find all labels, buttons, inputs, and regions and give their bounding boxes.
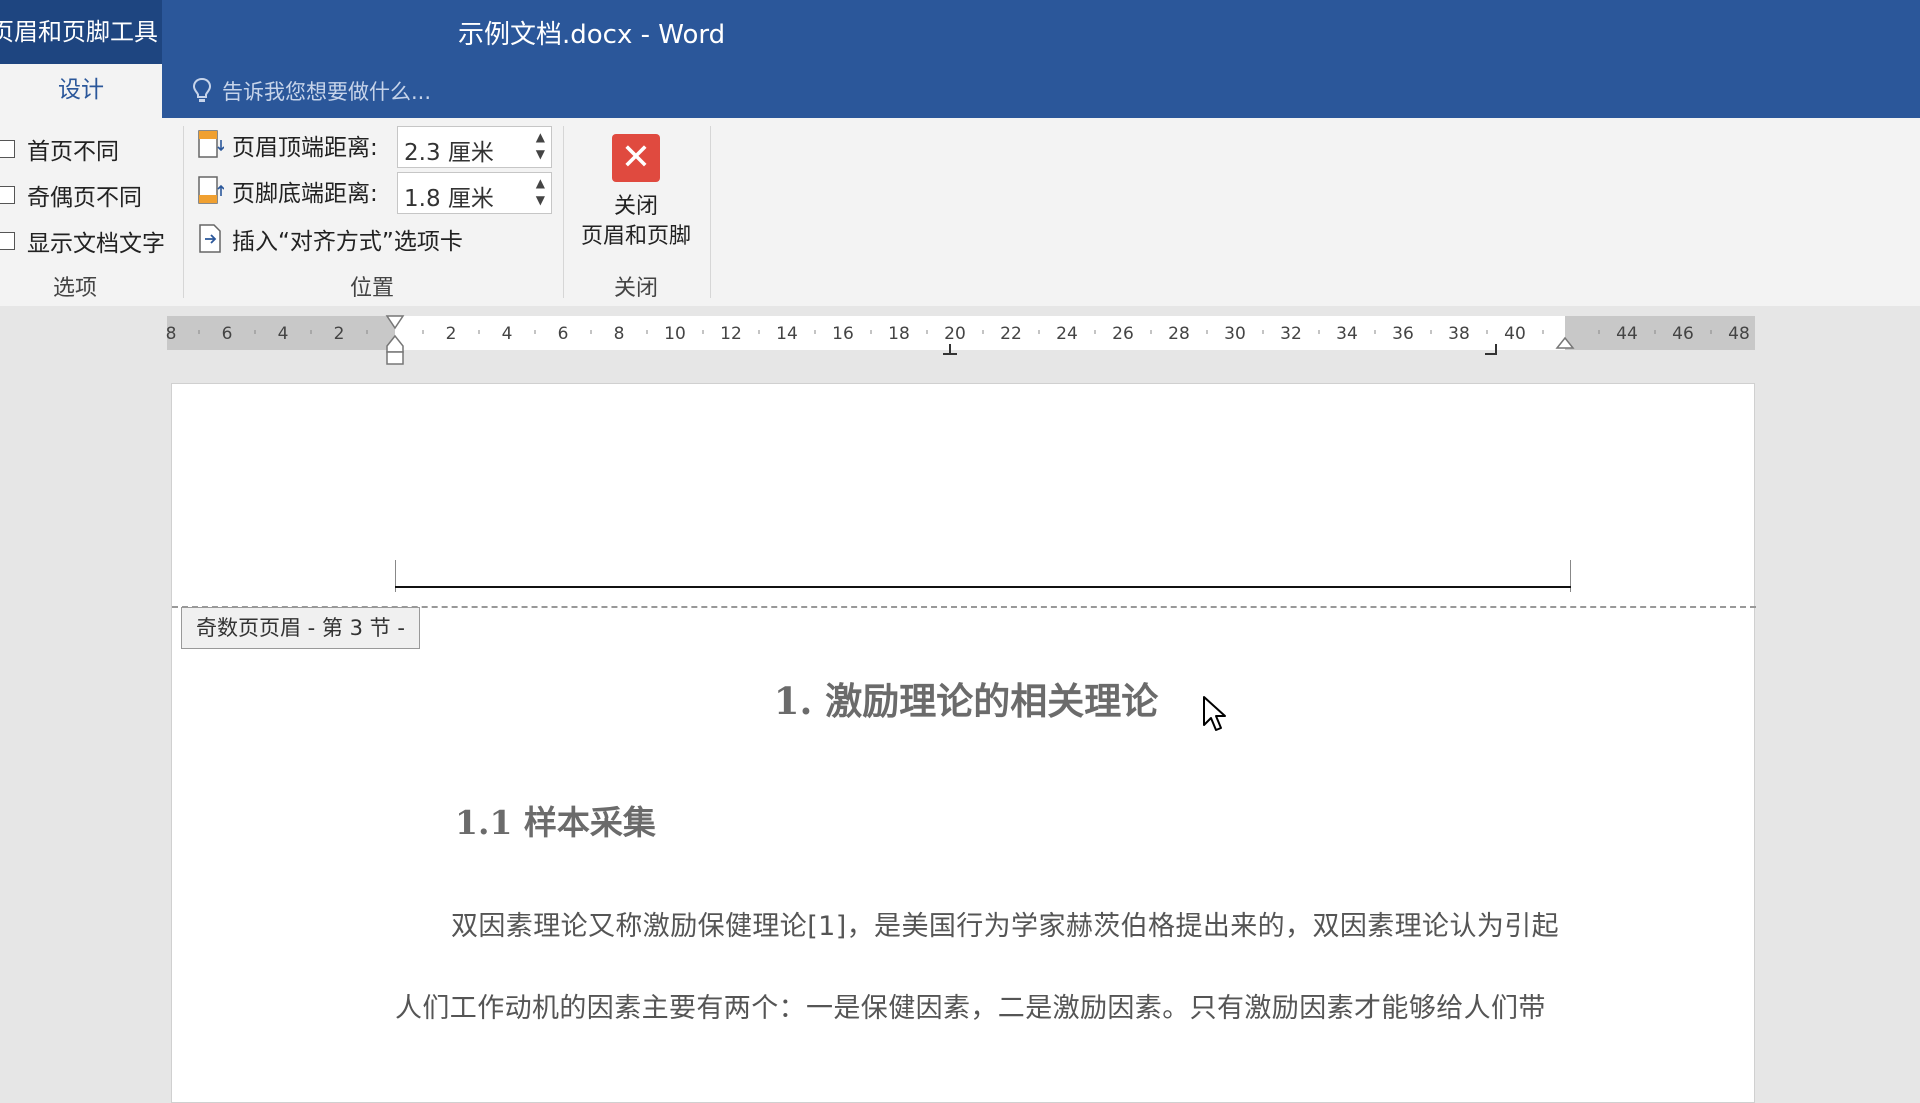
header-distance-label: 页眉顶端距离: bbox=[232, 135, 378, 161]
different-first-page-checkbox[interactable]: 首页不同 bbox=[0, 132, 119, 166]
paragraph-line[interactable]: 人们工作动机的因素主要有两个：一是保健因素，二是激励因素。只有激励因素才能够给人… bbox=[395, 986, 1571, 1025]
ruler-label: 30 bbox=[1224, 324, 1246, 344]
checkbox-icon[interactable] bbox=[0, 232, 15, 250]
ruler-label: 2 bbox=[334, 324, 345, 344]
first-line-indent-marker bbox=[385, 315, 405, 330]
context-tab-label: 页眉和页脚工具 bbox=[0, 0, 162, 64]
tell-me-placeholder: 告诉我您想要做什么... bbox=[222, 80, 432, 104]
close-x-icon: ✕ bbox=[612, 134, 660, 182]
ruler-label: 8 bbox=[614, 324, 625, 344]
close-header-footer-button[interactable]: ✕ 关闭 页眉和页脚 bbox=[568, 134, 704, 272]
ruler-label: 32 bbox=[1280, 324, 1302, 344]
right-tab-marker bbox=[1485, 344, 1497, 355]
ruler-area: 8 6 4 2 2 4 6 8 10 12 14 16 18 20 22 24 26 28 30 32 34 36 38 40… bbox=[0, 306, 1920, 372]
ruler-label: 26 bbox=[1112, 324, 1134, 344]
ruler-label: 48 bbox=[1728, 324, 1750, 344]
group-label-options: 选项 bbox=[52, 276, 97, 301]
header-section-tag: 奇数页页眉 - 第 3 节 - bbox=[181, 607, 420, 649]
heading-1[interactable]: 1. 激励理论的相关理论 bbox=[172, 671, 1756, 725]
checkbox-icon[interactable] bbox=[0, 140, 15, 158]
ruler-label: 4 bbox=[278, 324, 289, 344]
ruler-label: 40 bbox=[1504, 324, 1526, 344]
footer-bottom-icon bbox=[198, 176, 225, 206]
insert-alignment-tab-button[interactable]: 插入“对齐方式”选项卡 bbox=[198, 222, 463, 256]
option-label: 首页不同 bbox=[27, 139, 119, 165]
option-label: 奇偶页不同 bbox=[27, 185, 142, 211]
ruler-label: 28 bbox=[1168, 324, 1190, 344]
hanging-indent-marker bbox=[386, 334, 404, 353]
footer-distance-label-row: 页脚底端距离: bbox=[198, 174, 378, 208]
ruler-label: 8 bbox=[166, 324, 177, 344]
option-label: 显示文档文字 bbox=[27, 231, 165, 257]
different-odd-even-checkbox[interactable]: 奇偶页不同 bbox=[0, 178, 142, 212]
group-label-position: 位置 bbox=[349, 276, 394, 301]
ruler-label: 24 bbox=[1056, 324, 1078, 344]
document-title: 示例文档.docx - Word bbox=[458, 20, 726, 50]
ruler-label: 36 bbox=[1392, 324, 1414, 344]
footer-distance-spinner[interactable]: 1.8 厘米 ▲ ▼ bbox=[397, 172, 552, 214]
spinner-arrows-icon[interactable]: ▲ ▼ bbox=[536, 129, 545, 163]
ruler-label: 6 bbox=[222, 324, 233, 344]
header-border-line bbox=[395, 586, 1571, 588]
spinner-arrows-icon[interactable]: ▲ ▼ bbox=[536, 175, 545, 209]
right-indent-marker bbox=[1555, 336, 1575, 349]
header-top-icon bbox=[198, 130, 225, 160]
ruler-label: 16 bbox=[832, 324, 854, 344]
ruler-label: 20 bbox=[944, 324, 966, 344]
heading-1-text[interactable]: 1. 激励理论的相关理论 bbox=[774, 679, 1159, 723]
insert-alignment-tab-icon bbox=[198, 224, 224, 254]
ruler-label: 38 bbox=[1448, 324, 1470, 344]
close-button-label-line2: 页眉和页脚 bbox=[580, 224, 691, 249]
tab-design[interactable]: 设计 bbox=[0, 64, 162, 118]
ruler-label: 4 bbox=[502, 324, 513, 344]
ruler-label: 22 bbox=[1000, 324, 1022, 344]
show-document-text-checkbox[interactable]: 显示文档文字 bbox=[0, 224, 165, 258]
checkbox-icon[interactable] bbox=[0, 186, 15, 204]
ruler-label: 2 bbox=[446, 324, 457, 344]
ruler-label: 14 bbox=[776, 324, 798, 344]
document-page[interactable]: 奇数页页眉 - 第 3 节 - 1. 激励理论的相关理论 1.1 样本采集 双因… bbox=[171, 383, 1756, 1103]
ruler-label: 6 bbox=[558, 324, 569, 344]
header-distance-label-row: 页眉顶端距离: bbox=[198, 128, 378, 162]
title-bar: 页眉和页脚工具 示例文档.docx - Word 设计 告诉我您想要做什么... bbox=[0, 0, 1920, 118]
ruler-label: 34 bbox=[1336, 324, 1358, 344]
ruler-marks: 8 6 4 2 2 4 6 8 10 12 14 16 18 20 22 24 26 28 30 32 34 36 38 40… bbox=[166, 315, 1750, 365]
lightbulb-icon bbox=[192, 77, 212, 102]
insert-alignment-tab-label: 插入“对齐方式”选项卡 bbox=[232, 229, 463, 255]
header-distance-value[interactable]: 2.3 厘米 bbox=[404, 133, 494, 167]
group-label-close: 关闭 bbox=[613, 276, 658, 301]
mouse-pointer-icon bbox=[1203, 696, 1226, 731]
ruler-label: 44 bbox=[1616, 324, 1638, 344]
ribbon: 首页不同 奇偶页不同 显示文档文字 选项 页眉顶端距离: 2.3 厘米 ▲▼ bbox=[0, 118, 1920, 307]
footer-distance-value[interactable]: 1.8 厘米 bbox=[404, 179, 494, 213]
ruler-label: 12 bbox=[720, 324, 742, 344]
left-indent-marker bbox=[386, 351, 404, 365]
paragraph-line[interactable]: 双因素理论又称激励保健理论[1]，是美国行为学家赫茨伯格提出来的，双因素理论认为… bbox=[395, 904, 1571, 943]
tell-me-box[interactable]: 告诉我您想要做什么... bbox=[192, 75, 431, 107]
ruler-label: 18 bbox=[888, 324, 910, 344]
header-distance-spinner[interactable]: 2.3 厘米 ▲ ▼ bbox=[397, 126, 552, 168]
heading-2[interactable]: 1.1 样本采集 bbox=[455, 796, 656, 844]
footer-distance-label: 页脚底端距离: bbox=[232, 181, 378, 207]
group-separator bbox=[710, 126, 711, 298]
center-tab-marker bbox=[943, 344, 957, 355]
ruler-label: 46 bbox=[1672, 324, 1694, 344]
close-button-label-line1: 关闭 bbox=[613, 194, 658, 219]
ruler-label: 10 bbox=[664, 324, 686, 344]
horizontal-ruler[interactable]: 8 6 4 2 2 4 6 8 10 12 14 16 18 20 22 24 26 28 30 32 34 36 38 40… bbox=[166, 315, 1755, 365]
